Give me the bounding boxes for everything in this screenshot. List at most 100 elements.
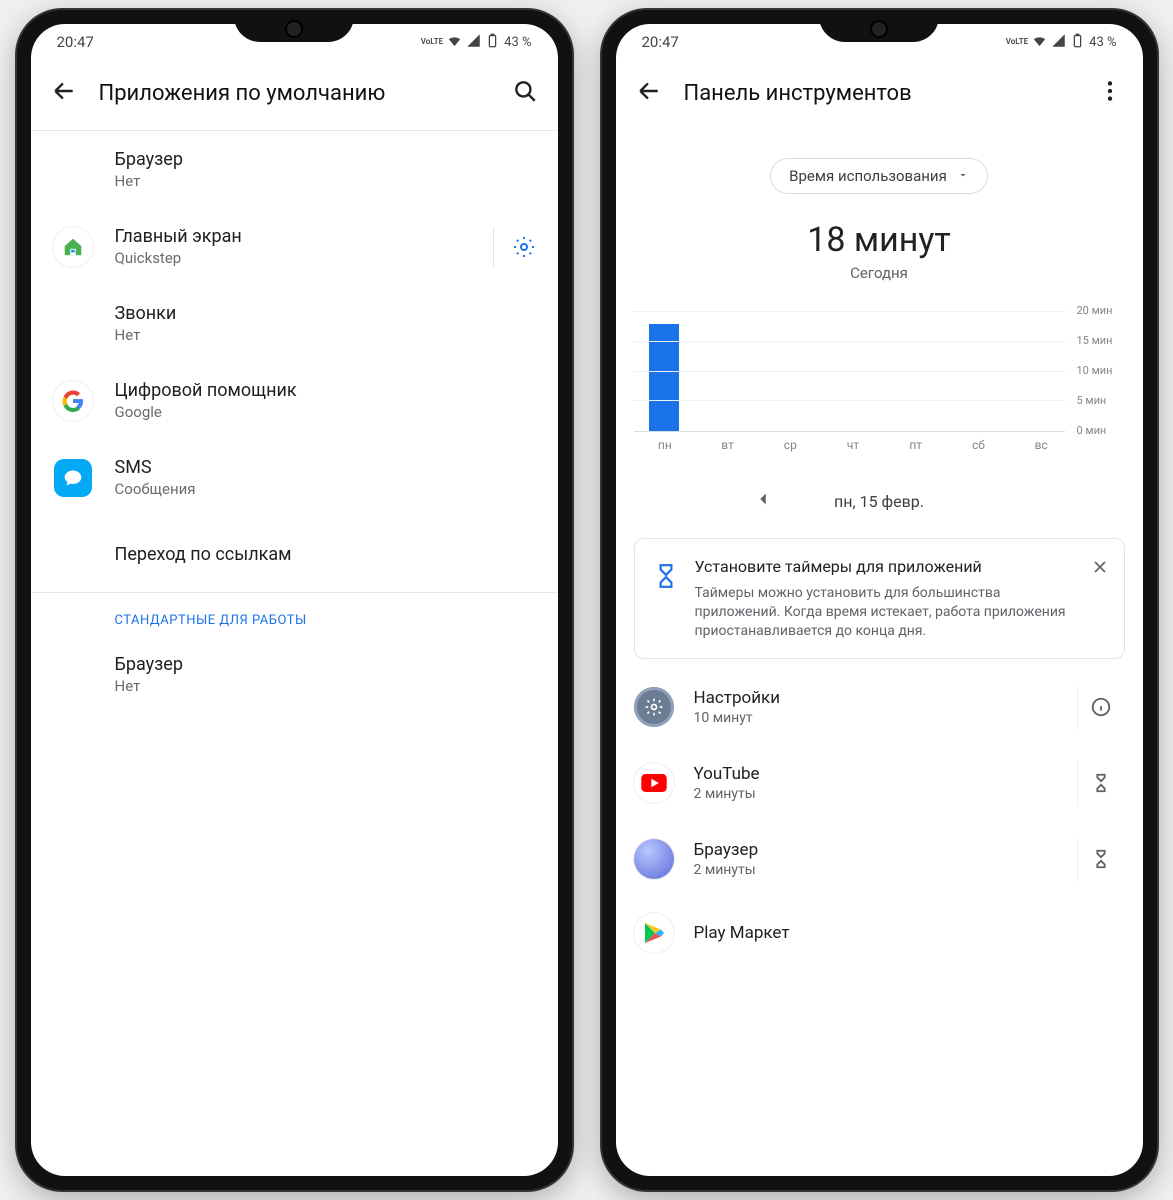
back-button[interactable]	[636, 78, 662, 108]
chart-y-tick: 5 мин	[1077, 394, 1107, 407]
filter-chip[interactable]: Время использования	[770, 158, 988, 194]
app-usage-row[interactable]: Настройки 10 минут	[616, 669, 1143, 745]
app-bar: Панель инструментов	[616, 60, 1143, 130]
home-launcher-icon	[53, 227, 93, 267]
app-bar: Приложения по умолчанию	[31, 60, 558, 130]
app-icon-placeholder	[53, 150, 93, 190]
row-subtitle: Нет	[115, 677, 536, 695]
row-title: Главный экран	[115, 226, 471, 247]
signal-icon	[466, 33, 481, 52]
chart-y-tick: 10 мин	[1077, 364, 1113, 377]
battery-percent: 43 %	[504, 35, 531, 50]
status-time: 20:47	[57, 33, 94, 51]
app-icon	[634, 839, 674, 879]
row-subtitle: Google	[115, 403, 536, 421]
app-time: 2 минуты	[694, 786, 1057, 802]
usage-sublabel: Сегодня	[616, 264, 1143, 282]
chart-x-tick: вс	[1010, 438, 1073, 452]
app-name: Настройки	[694, 688, 1057, 708]
wifi-icon	[1032, 33, 1047, 52]
usage-chart: 0 мин5 мин10 мин15 мин20 мин	[616, 282, 1143, 432]
card-title: Установите таймеры для приложений	[695, 557, 1074, 578]
close-card-button[interactable]	[1090, 557, 1110, 581]
row-subtitle: Quickstep	[115, 249, 471, 267]
default-app-row[interactable]: Браузер Нет	[31, 636, 558, 713]
app-icon	[634, 763, 674, 803]
back-button[interactable]	[51, 78, 77, 108]
phone-right: 20:47 VoLTE 43 % Панель инструментов Вре…	[602, 10, 1157, 1190]
volte-icon: VoLTE	[1006, 38, 1028, 46]
volte-icon: VoLTE	[421, 38, 443, 46]
app-time: 10 минут	[694, 710, 1057, 726]
chart-x-tick: чт	[822, 438, 885, 452]
status-right: VoLTE 43 %	[421, 33, 532, 52]
battery-icon	[1070, 33, 1085, 52]
default-app-row[interactable]: Цифровой помощник Google	[31, 362, 558, 439]
search-button[interactable]	[512, 78, 538, 108]
app-usage-row[interactable]: Play Маркет	[616, 897, 1143, 969]
chart-bar[interactable]	[695, 312, 757, 431]
screen-left: 20:47 VoLTE 43 % Приложения по умолчанию	[31, 24, 558, 1176]
prev-day-button[interactable]	[752, 488, 774, 514]
chart-x-tick: сб	[947, 438, 1010, 452]
date-nav: пн, 15 февр.	[616, 488, 1143, 514]
row-title: Переход по ссылкам	[115, 544, 536, 565]
app-icon	[634, 913, 674, 953]
chart-x-tick: вт	[696, 438, 759, 452]
status-right: VoLTE 43 %	[1006, 33, 1117, 52]
chart-bar[interactable]	[880, 312, 942, 431]
chart-x-labels: пнвтсрчтптсбвс	[616, 432, 1143, 452]
current-date: пн, 15 февр.	[834, 492, 924, 511]
chart-bar[interactable]	[757, 312, 819, 431]
chart-bar[interactable]	[634, 312, 696, 431]
notch	[234, 16, 354, 42]
chip-label: Время использования	[789, 167, 947, 185]
chart-bar[interactable]	[818, 312, 880, 431]
google-icon	[53, 381, 93, 421]
app-icon	[634, 687, 674, 727]
card-description: Таймеры можно установить для большинства…	[695, 584, 1074, 641]
app-usage-row[interactable]: Браузер 2 минуты	[616, 821, 1143, 897]
default-app-row[interactable]: SMS Сообщения	[31, 439, 558, 516]
timer-hint-card: Установите таймеры для приложений Таймер…	[634, 538, 1125, 659]
notch	[819, 16, 939, 42]
row-title: Браузер	[115, 654, 536, 675]
app-usage-row[interactable]: YouTube2 минуты	[616, 745, 1143, 821]
row-title: Цифровой помощник	[115, 380, 536, 401]
page-title: Приложения по умолчанию	[99, 81, 490, 106]
chevron-down-icon	[957, 167, 969, 185]
hourglass-icon	[653, 563, 679, 593]
battery-percent: 43 %	[1089, 35, 1116, 50]
row-title: Браузер	[115, 149, 536, 170]
battery-icon	[485, 33, 500, 52]
app-time: 2 минуты	[694, 862, 1057, 878]
default-app-row[interactable]: Браузер Нет	[31, 131, 558, 208]
chart-bar[interactable]	[1003, 312, 1065, 431]
sms-icon	[53, 458, 93, 498]
app-icon-placeholder	[53, 534, 93, 574]
screen-right: 20:47 VoLTE 43 % Панель инструментов Вре…	[616, 24, 1143, 1176]
settings-gear-button[interactable]	[493, 227, 536, 267]
usage-total: 18 минут Сегодня	[616, 220, 1143, 282]
chart-x-tick: пн	[634, 438, 697, 452]
app-action-button[interactable]	[1077, 685, 1125, 729]
chart-bar[interactable]	[941, 312, 1003, 431]
chart-y-tick: 0 мин	[1077, 424, 1107, 437]
app-action-button[interactable]	[1077, 761, 1125, 805]
chart-x-tick: ср	[759, 438, 822, 452]
chart-y-tick: 15 мин	[1077, 334, 1113, 347]
app-name: Play Маркет	[694, 923, 1125, 943]
default-app-row[interactable]: Переход по ссылкам	[31, 516, 558, 592]
usage-value: 18 минут	[616, 220, 1143, 260]
page-title: Панель инструментов	[684, 81, 1075, 106]
app-action-button[interactable]	[1077, 837, 1125, 881]
app-name: Браузер	[694, 840, 1057, 860]
default-app-row[interactable]: Звонки Нет	[31, 285, 558, 362]
row-subtitle: Нет	[115, 326, 536, 344]
app-icon-placeholder	[53, 304, 93, 344]
row-title: SMS	[115, 457, 536, 478]
default-app-row[interactable]: Главный экран Quickstep	[31, 208, 558, 285]
more-menu-button[interactable]	[1097, 78, 1123, 108]
row-subtitle: Нет	[115, 172, 536, 190]
section-header-work: СТАНДАРТНЫЕ ДЛЯ РАБОТЫ	[31, 593, 558, 636]
